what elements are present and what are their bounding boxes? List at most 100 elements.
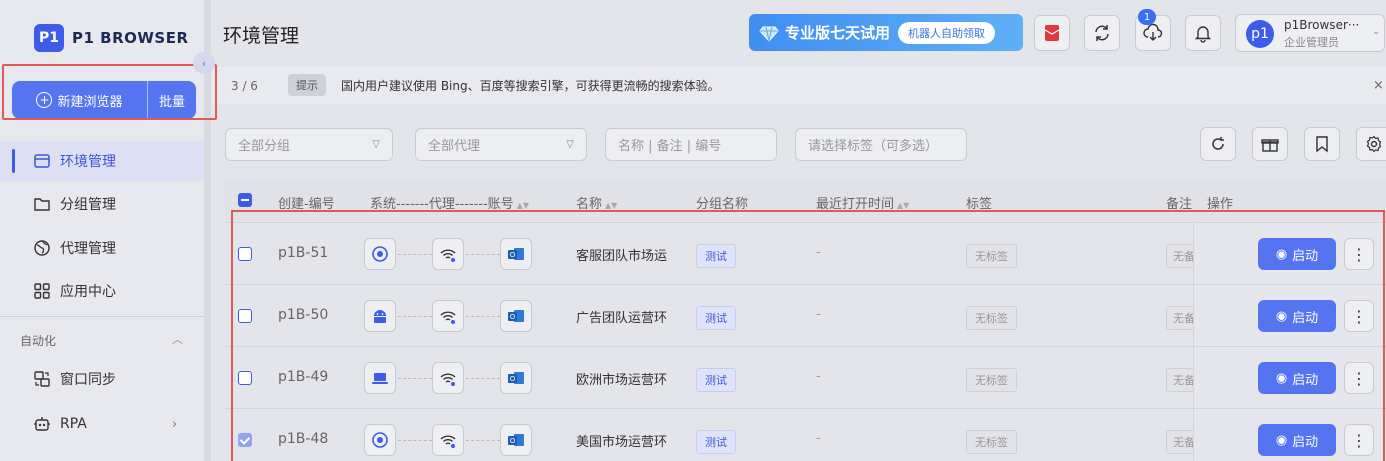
account-button[interactable]: O	[500, 424, 532, 456]
account-button[interactable]: O	[500, 238, 532, 270]
select-all-checkbox[interactable]	[238, 193, 252, 207]
logo-mark: P1	[34, 24, 64, 52]
logo-text: P1 BROWSER	[72, 29, 189, 47]
gift-button[interactable]	[1252, 127, 1288, 161]
row-code-prefix: p1B	[278, 369, 306, 385]
search-input[interactable]: 名称 | 备注 | 编号	[605, 128, 777, 161]
account-button[interactable]: O	[500, 300, 532, 332]
account-button[interactable]: O	[500, 362, 532, 394]
sidebar-item-label: 窗口同步	[60, 372, 116, 388]
chain-connector	[466, 440, 500, 441]
start-button[interactable]: ◉ 启动	[1258, 362, 1336, 394]
more-options-icon[interactable]: ⋮	[1344, 300, 1374, 332]
proxy-button[interactable]	[432, 300, 464, 332]
sidebar-item-apps[interactable]: 应用中心	[0, 271, 204, 311]
pro-trial-banner[interactable]: 专业版七天试用 机器人自助领取	[749, 14, 1023, 51]
more-options-icon[interactable]: ⋮	[1344, 238, 1374, 270]
bell-icon	[1194, 26, 1212, 43]
settings-button[interactable]	[1356, 127, 1386, 161]
chevron-up-icon[interactable]: ︿	[172, 331, 183, 347]
chain-connector	[398, 316, 432, 317]
ops-cell: ◉ 启动 ⋮	[1193, 285, 1386, 346]
close-icon[interactable]: ×	[1373, 78, 1384, 93]
chain-connector	[398, 440, 432, 441]
chain-connector	[466, 254, 500, 255]
row-name: 美国市场运营环	[576, 435, 668, 450]
bookmark-button[interactable]	[1304, 127, 1340, 161]
chrome-icon: ◉	[1275, 432, 1288, 448]
sidebar-item-window-sync[interactable]: 窗口同步	[0, 359, 204, 399]
gear-icon	[1366, 135, 1382, 153]
col-chain[interactable]: 系统-------代理-------账号 ▲▼	[370, 193, 529, 212]
row-checkbox[interactable]	[238, 247, 252, 261]
row-code-num: -48	[305, 431, 329, 447]
promo-text: 专业版七天试用	[785, 24, 891, 42]
ops-cell: ◉ 启动 ⋮	[1193, 409, 1386, 461]
group-tag: 测试	[696, 368, 736, 392]
env-chain: O	[364, 238, 534, 270]
proxy-button[interactable]	[432, 362, 464, 394]
wifi-proxy-icon	[440, 373, 456, 386]
sidebar-item-env[interactable]: 环境管理	[0, 141, 204, 181]
main-panel: 环境管理 专业版七天试用 机器人自助领取 1 p1 p1Browser··· 企…	[211, 0, 1386, 461]
sidebar-item-group[interactable]: 分组管理	[0, 184, 204, 224]
tags-select[interactable]: 请选择标签（可多选）	[795, 128, 967, 161]
col-name[interactable]: 名称 ▲▼	[576, 193, 617, 212]
chevron-down-icon: ▽	[372, 139, 380, 150]
sidebar-item-rpa[interactable]: RPA ›	[0, 404, 204, 444]
row-checkbox[interactable]	[238, 309, 252, 323]
last-open-time: -	[816, 431, 821, 446]
header: 环境管理 专业版七天试用 机器人自助领取 1 p1 p1Browser··· 企…	[211, 0, 1386, 64]
col-last-open[interactable]: 最近打开时间 ▲▼	[816, 193, 909, 212]
wifi-proxy-icon	[440, 435, 456, 448]
sidebar-item-proxy[interactable]: 代理管理	[0, 228, 204, 268]
sidebar-item-label: 分组管理	[60, 197, 116, 213]
start-button[interactable]: ◉ 启动	[1258, 424, 1336, 456]
gift-envelope-button[interactable]	[1034, 15, 1070, 51]
start-button[interactable]: ◉ 启动	[1258, 300, 1336, 332]
chevron-down-icon: ▽	[566, 139, 574, 150]
ops-cell: ◉ 启动 ⋮	[1193, 223, 1386, 284]
outlook-icon: O	[508, 372, 524, 384]
col-tags: 标签	[966, 197, 993, 212]
chrome-icon	[372, 432, 388, 448]
more-options-icon[interactable]: ⋮	[1344, 362, 1374, 394]
sidebar-item-label: RPA	[60, 416, 87, 432]
android-icon	[374, 310, 386, 323]
start-button[interactable]: ◉ 启动	[1258, 238, 1336, 270]
search-placeholder: 名称 | 备注 | 编号	[618, 139, 722, 154]
row-checkbox[interactable]	[238, 371, 252, 385]
tags-placeholder: 请选择标签（可多选）	[808, 139, 939, 154]
col-ops: 操作	[1207, 197, 1234, 212]
chrome-icon: ◉	[1275, 308, 1288, 324]
env-chain: O	[364, 300, 534, 332]
tag-badge: 无标签	[966, 430, 1017, 454]
notification-button[interactable]	[1185, 15, 1221, 51]
proxy-button[interactable]	[432, 424, 464, 456]
system-button[interactable]	[364, 424, 396, 456]
row-code-num: -50	[305, 307, 329, 323]
svg-text:O: O	[510, 437, 516, 445]
collapse-sidebar-icon[interactable]: ‹	[193, 52, 215, 74]
row-code-num: -51	[305, 245, 329, 261]
proxy-button[interactable]	[432, 238, 464, 270]
promo-claim-button[interactable]: 机器人自助领取	[898, 21, 996, 44]
sync-button[interactable]	[1084, 15, 1120, 51]
chevron-down-icon: ⌄	[1372, 26, 1381, 37]
proxy-filter-select[interactable]: 全部代理 ▽	[415, 128, 587, 161]
more-options-icon[interactable]: ⋮	[1344, 424, 1374, 456]
notice-tip-badge: 提示	[288, 74, 326, 96]
system-button[interactable]	[364, 300, 396, 332]
system-button[interactable]	[364, 362, 396, 394]
row-checkbox[interactable]	[238, 433, 252, 447]
row-code: p1B-50	[278, 307, 328, 323]
chain-connector	[466, 378, 500, 379]
group-tag: 测试	[696, 244, 736, 268]
sidebar-item-label: 应用中心	[60, 284, 116, 300]
system-button[interactable]	[364, 238, 396, 270]
group-filter-select[interactable]: 全部分组 ▽	[225, 128, 393, 161]
proxy-filter-value: 全部代理	[428, 139, 481, 154]
table-row: p1B-49 O 欧洲市场运营环 测试 - 无标签 无备 ◉ 启动 ⋮	[225, 346, 1386, 408]
refresh-button[interactable]	[1200, 127, 1236, 161]
user-menu[interactable]: p1 p1Browser··· 企业管理员 ⌄	[1235, 14, 1385, 52]
